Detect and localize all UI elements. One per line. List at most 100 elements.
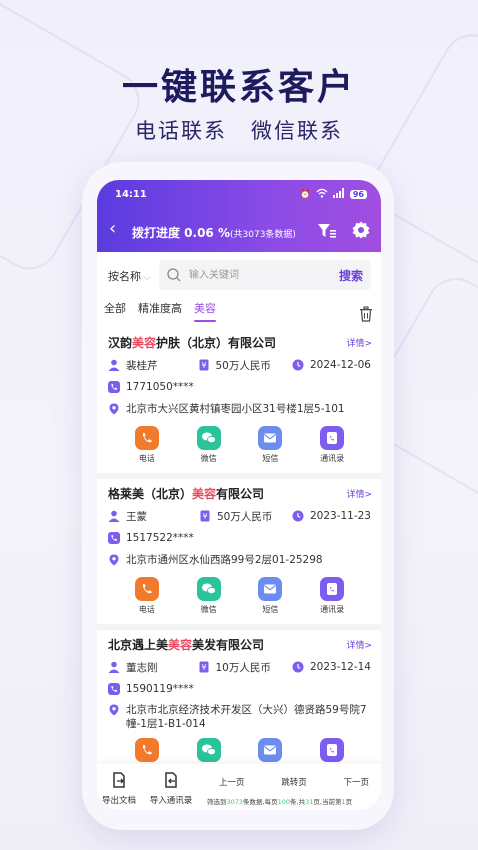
tab-beauty[interactable]: 美容 [194, 300, 216, 322]
sms-button[interactable]: 短信 [245, 577, 295, 615]
capital-icon: ¥ [200, 510, 210, 522]
search-input[interactable] [189, 267, 319, 283]
legal-person: 董志刚 [126, 661, 158, 674]
sms-label: 短信 [262, 605, 279, 614]
established-date: 2023-12-14 [309, 661, 371, 673]
search-button[interactable]: 搜索 [339, 267, 363, 284]
jump-page-button[interactable]: 跳转页 [273, 776, 315, 788]
company-list: 汉韵美容护肤（北京）有限公司 详情> 裴桂芹 ¥ 50万人民币 2024-12-… [97, 328, 381, 781]
export-button[interactable]: 导出文档 [99, 772, 139, 806]
person-icon [108, 510, 120, 522]
legal-person: 王蒙 [126, 510, 147, 523]
address: 北京市大兴区黄村镇枣园小区31号楼1层5-101 [126, 403, 345, 415]
call-label: 电话 [138, 454, 155, 463]
call-button[interactable] [122, 738, 172, 762]
location-icon [109, 704, 119, 716]
contacts-button[interactable]: 通讯录 [307, 426, 357, 464]
detail-link[interactable]: 详情> [346, 638, 372, 651]
contacts-icon [320, 738, 345, 762]
contacts-button[interactable]: 通讯录 [307, 577, 357, 615]
detail-link[interactable]: 详情> [346, 487, 372, 500]
chevron-down-icon: ⌵ [141, 273, 151, 283]
data-count: (共3073条数据) [230, 230, 296, 240]
import-contacts-button[interactable]: 导入通讯录 [146, 772, 196, 806]
back-icon[interactable]: ‹ [109, 220, 116, 238]
call-button[interactable]: 电话 [122, 426, 172, 464]
search-icon [166, 267, 182, 283]
trash-icon[interactable] [359, 306, 373, 322]
phone-row: 1771050**** [108, 376, 371, 398]
established-date: 2024-12-06 [309, 359, 371, 371]
phone-icon [108, 683, 120, 695]
tab-all[interactable]: 全部 [104, 300, 126, 322]
envelope-icon [258, 738, 283, 762]
registered-capital: 50万人民币 [217, 510, 273, 523]
phone-row: 1590119**** [108, 678, 371, 700]
filter-icon[interactable] [317, 221, 337, 241]
tab-high-precision[interactable]: 精准度高 [138, 300, 182, 322]
capital-icon: ¥ [199, 359, 208, 371]
document-import-icon [165, 772, 177, 788]
promo-subtitle-phone: 电话联系 [135, 119, 227, 143]
wechat-label: 微信 [200, 605, 217, 614]
established-date: 2023-11-23 [309, 510, 371, 522]
bottom-bar: 导出文档 导入通讯录 上一页 跳转页 下一页 筛选到3073条数据,每页100条… [97, 764, 381, 810]
wechat-button[interactable] [184, 738, 234, 762]
import-label: 导入通讯录 [149, 796, 193, 806]
call-label: 电话 [138, 605, 155, 614]
status-time: 14:11 [115, 189, 147, 200]
capital-group: ¥ 10万人民币 [198, 660, 271, 675]
export-label: 导出文档 [101, 796, 136, 806]
date-group: 2024-12-06 [292, 359, 371, 371]
company-name: 格莱美（北京）美容有限公司 [108, 487, 265, 501]
address: 北京市通州区水仙西路99号2层01-25298 [126, 554, 323, 566]
detail-link[interactable]: 详情> [346, 336, 372, 349]
contacts-button[interactable] [307, 738, 357, 762]
call-icon [134, 738, 159, 762]
sms-button[interactable]: 短信 [245, 426, 295, 464]
location-icon [109, 403, 119, 415]
sort-select-label: 按名称 [108, 270, 141, 283]
date-group: 2023-11-23 [292, 510, 371, 522]
battery-indicator: 96 [349, 190, 367, 199]
company-info-row: 王蒙 ¥ 50万人民币 2023-11-23 [108, 505, 371, 527]
search-box: 搜索 [159, 260, 371, 290]
action-row [108, 732, 371, 762]
capital-icon: ¥ [199, 661, 208, 673]
promo-subtitle-wechat: 微信联系 [251, 119, 343, 143]
phone-icon [108, 381, 120, 393]
next-page-button[interactable]: 下一页 [335, 776, 377, 788]
action-row: 电话 微信 短信 通讯录 [108, 571, 371, 615]
gear-icon[interactable] [351, 220, 371, 240]
call-button[interactable]: 电话 [122, 577, 172, 615]
svg-text:¥: ¥ [201, 663, 206, 672]
wifi-icon [316, 188, 328, 201]
svg-text:¥: ¥ [202, 512, 207, 521]
call-icon [134, 577, 159, 601]
company-info-row: 裴桂芹 ¥ 50万人民币 2024-12-06 [108, 354, 371, 376]
address-row: 北京市北京经济技术开发区（大兴）德贤路59号院7幢-1层1-B1-014 [108, 700, 371, 732]
capital-group: ¥ 50万人民币 [198, 358, 271, 373]
sms-button[interactable] [245, 738, 295, 762]
pagination-stats: 筛选到3073条数据,每页100条,共31页,当前第1页 [207, 798, 353, 806]
wechat-button[interactable]: 微信 [184, 426, 234, 464]
envelope-icon [258, 577, 283, 601]
contacts-icon [320, 426, 345, 450]
clock-icon [292, 359, 304, 371]
company-card[interactable]: 格莱美（北京）美容有限公司 详情> 王蒙 ¥ 50万人民币 2023-11-23… [97, 479, 381, 630]
company-card[interactable]: 北京遇上美美容美发有限公司 详情> 董志刚 ¥ 10万人民币 2023-12-1… [97, 630, 381, 781]
prev-page-button[interactable]: 上一页 [211, 776, 253, 788]
document-export-icon [113, 772, 125, 788]
registered-capital: 50万人民币 [215, 359, 271, 372]
keyword-highlight: 美容 [192, 487, 217, 501]
keyword-highlight: 美容 [132, 336, 157, 350]
sort-select[interactable]: 按名称 ⌵ [108, 268, 151, 284]
top-bar: 14:11 ⏰ 96 ‹ 拨打进度 0.06 %(共3073条数据) [97, 180, 381, 252]
wechat-button[interactable]: 微信 [184, 577, 234, 615]
contacts-icon [320, 577, 345, 601]
company-card[interactable]: 汉韵美容护肤（北京）有限公司 详情> 裴桂芹 ¥ 50万人民币 2024-12-… [97, 328, 381, 479]
envelope-icon [258, 426, 283, 450]
app-screen: 14:11 ⏰ 96 ‹ 拨打进度 0.06 %(共3073条数据) 按名称 ⌵ [97, 180, 381, 810]
clock-icon [292, 661, 304, 673]
svg-text:¥: ¥ [201, 361, 206, 370]
